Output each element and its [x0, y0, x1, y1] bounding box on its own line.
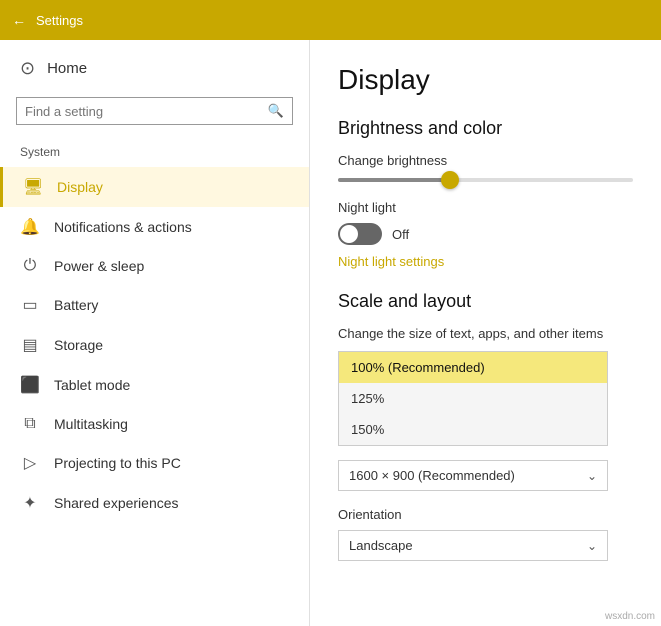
orientation-dropdown[interactable]: Landscape ⌄ — [338, 530, 608, 561]
sidebar-item-tablet[interactable]: ⬛ Tablet mode — [0, 365, 309, 405]
back-button[interactable]: ← — [12, 12, 26, 28]
scale-section-title: Scale and layout — [338, 291, 633, 312]
sidebar-label-power: Power & sleep — [54, 258, 144, 274]
notifications-icon: 🔔 — [20, 217, 40, 237]
sidebar-item-battery[interactable]: ▭ Battery — [0, 285, 309, 325]
title-bar: ← Settings — [0, 0, 661, 40]
sidebar-label-projecting: Projecting to this PC — [54, 455, 181, 471]
sidebar-label-display: Display — [57, 179, 103, 195]
sidebar-label-multitasking: Multitasking — [54, 416, 128, 432]
multitasking-icon: ⧉ — [20, 415, 40, 433]
night-light-label: Night light — [338, 200, 396, 215]
orientation-value: Landscape — [349, 538, 413, 553]
home-label: Home — [47, 60, 87, 77]
brightness-label: Change brightness — [338, 153, 633, 168]
shared-icon: ✦ — [20, 493, 40, 513]
night-light-state: Off — [392, 227, 409, 242]
sidebar-label-tablet: Tablet mode — [54, 377, 130, 393]
main-layout: ⊙ Home 🔍 System 🖥 Display 🔔 Notification… — [0, 40, 661, 626]
search-box: 🔍 — [16, 97, 293, 125]
sidebar-item-shared[interactable]: ✦ Shared experiences — [0, 483, 309, 523]
sidebar-label-notifications: Notifications & actions — [54, 219, 192, 235]
resolution-dropdown[interactable]: 1600 × 900 (Recommended) ⌄ — [338, 460, 608, 491]
brightness-slider-track[interactable] — [338, 178, 633, 182]
night-light-toggle[interactable] — [338, 223, 382, 245]
storage-icon: ▤ — [20, 335, 40, 355]
orientation-chevron-icon: ⌄ — [587, 539, 597, 553]
search-input[interactable] — [25, 104, 268, 119]
tablet-icon: ⬛ — [20, 375, 40, 395]
scale-option-150[interactable]: 150% — [339, 414, 607, 445]
night-light-toggle-row: Off — [338, 223, 633, 245]
resolution-value: 1600 × 900 (Recommended) — [349, 468, 515, 483]
page-title: Display — [338, 64, 633, 96]
battery-icon: ▭ — [20, 295, 40, 315]
sidebar-label-shared: Shared experiences — [54, 495, 179, 511]
watermark: wsxdn.com — [605, 611, 655, 622]
toggle-thumb — [340, 225, 358, 243]
night-light-settings-link[interactable]: Night light settings — [338, 254, 444, 269]
orientation-label: Orientation — [338, 507, 633, 522]
scale-label: Change the size of text, apps, and other… — [338, 326, 633, 341]
sidebar-item-display[interactable]: 🖥 Display — [0, 167, 309, 207]
home-icon: ⊙ — [20, 58, 35, 79]
scale-option-100[interactable]: 100% (Recommended) — [339, 352, 607, 383]
sidebar-home[interactable]: ⊙ Home — [0, 40, 309, 97]
scale-option-125[interactable]: 125% — [339, 383, 607, 414]
sidebar: ⊙ Home 🔍 System 🖥 Display 🔔 Notification… — [0, 40, 310, 626]
sidebar-label-storage: Storage — [54, 337, 103, 353]
sidebar-item-multitasking[interactable]: ⧉ Multitasking — [0, 405, 309, 443]
display-icon: 🖥 — [23, 177, 43, 197]
brightness-section-title: Brightness and color — [338, 118, 633, 139]
window-title: Settings — [36, 13, 83, 28]
sidebar-label-battery: Battery — [54, 297, 98, 313]
sidebar-item-power[interactable]: ⏻ Power & sleep — [0, 247, 309, 285]
sidebar-item-notifications[interactable]: 🔔 Notifications & actions — [0, 207, 309, 247]
brightness-slider-thumb[interactable] — [441, 171, 459, 189]
night-light-row: Night light — [338, 200, 633, 215]
sidebar-item-storage[interactable]: ▤ Storage — [0, 325, 309, 365]
power-icon: ⏻ — [20, 257, 40, 275]
sidebar-item-projecting[interactable]: ▷ Projecting to this PC — [0, 443, 309, 483]
projecting-icon: ▷ — [20, 453, 40, 473]
scale-list: 100% (Recommended) 125% 150% — [338, 351, 608, 446]
resolution-chevron-icon: ⌄ — [587, 469, 597, 483]
sidebar-section: System — [0, 139, 309, 167]
search-icon[interactable]: 🔍 — [268, 103, 284, 119]
content-area: Display Brightness and color Change brig… — [310, 40, 661, 626]
